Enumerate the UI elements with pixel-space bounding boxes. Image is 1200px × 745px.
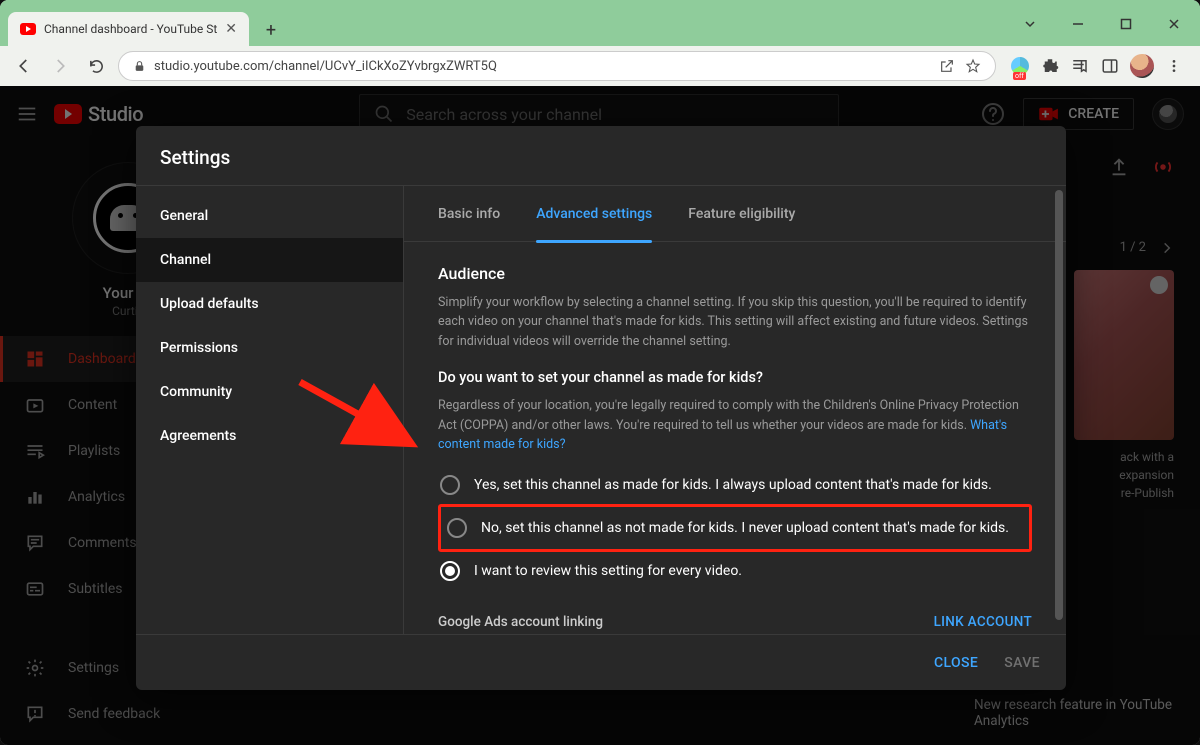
lock-icon <box>133 60 146 73</box>
highlighted-option: No, set this channel as not made for kid… <box>438 504 1032 552</box>
settings-modal: Settings General Channel Upload defaults… <box>136 126 1066 690</box>
save-button[interactable]: SAVE <box>1004 655 1040 671</box>
share-icon[interactable] <box>939 58 955 74</box>
reload-icon[interactable] <box>82 52 110 80</box>
browser-toolbar: studio.youtube.com/channel/UCvY_iICkXoZY… <box>0 46 1200 86</box>
tab-feature-eligibility[interactable]: Feature eligibility <box>688 186 795 242</box>
ms-item-upload-defaults[interactable]: Upload defaults <box>136 282 403 326</box>
window-close-icon[interactable] <box>1152 10 1196 38</box>
browser-tab[interactable]: Channel dashboard - YouTube St ✕ <box>8 12 249 46</box>
radio-review-label: I want to review this setting for every … <box>474 563 742 579</box>
browser-tabstrip: Channel dashboard - YouTube St ✕ + <box>0 12 1200 46</box>
audience-paragraph: Simplify your workflow by selecting a ch… <box>438 293 1032 351</box>
back-icon[interactable] <box>10 52 38 80</box>
radio-yes-row[interactable]: Yes, set this channel as made for kids. … <box>438 468 1032 502</box>
star-icon[interactable] <box>965 58 981 74</box>
modal-title: Settings <box>136 126 1066 185</box>
window-dropdown-icon[interactable] <box>1008 10 1052 38</box>
profile-avatar-icon[interactable] <box>1130 54 1154 78</box>
ms-item-permissions[interactable]: Permissions <box>136 326 403 370</box>
scrollbar[interactable] <box>1055 190 1063 620</box>
radio-yes-label: Yes, set this channel as made for kids. … <box>474 477 992 493</box>
ms-item-general[interactable]: General <box>136 194 403 238</box>
kids-question: Do you want to set your channel as made … <box>438 369 1032 386</box>
window-maximize-icon[interactable] <box>1104 10 1148 38</box>
sidepanel-icon[interactable] <box>1100 56 1120 76</box>
tab-close-icon[interactable]: ✕ <box>225 21 237 37</box>
ms-item-community[interactable]: Community <box>136 370 403 414</box>
radio-icon <box>440 561 460 581</box>
tab-basic-info[interactable]: Basic info <box>438 186 500 242</box>
radio-no-label: No, set this channel as not made for kid… <box>481 520 1009 536</box>
audience-heading: Audience <box>438 264 1032 283</box>
modal-content: Basic info Advanced settings Feature eli… <box>404 186 1066 634</box>
radio-icon <box>440 475 460 495</box>
kids-paragraph: Regardless of your location, you're lega… <box>438 396 1032 454</box>
radio-icon <box>447 518 467 538</box>
new-tab-button[interactable]: + <box>257 16 285 44</box>
youtube-favicon <box>20 23 36 35</box>
close-button[interactable]: CLOSE <box>934 655 978 671</box>
extensions-puzzle-icon[interactable] <box>1040 56 1060 76</box>
modal-sidebar: General Channel Upload defaults Permissi… <box>136 186 404 634</box>
forward-icon <box>46 52 74 80</box>
link-account-button[interactable]: LINK ACCOUNT <box>934 614 1032 630</box>
tab-title: Channel dashboard - YouTube St <box>44 22 217 36</box>
address-bar[interactable]: studio.youtube.com/channel/UCvY_iICkXoZY… <box>118 51 996 81</box>
tab-advanced-settings[interactable]: Advanced settings <box>536 186 652 242</box>
radio-no-row[interactable]: No, set this channel as not made for kid… <box>445 511 1025 545</box>
url-text: studio.youtube.com/channel/UCvY_iICkXoZY… <box>154 59 497 74</box>
extension-icon[interactable]: off <box>1010 56 1030 76</box>
reading-list-icon[interactable] <box>1070 56 1090 76</box>
window-minimize-icon[interactable] <box>1056 10 1100 38</box>
ms-item-channel[interactable]: Channel <box>136 238 403 282</box>
kebab-menu-icon[interactable] <box>1164 56 1184 76</box>
ads-heading: Google Ads account linking <box>438 614 603 630</box>
ms-item-agreements[interactable]: Agreements <box>136 414 403 458</box>
radio-review-row[interactable]: I want to review this setting for every … <box>438 554 1032 588</box>
